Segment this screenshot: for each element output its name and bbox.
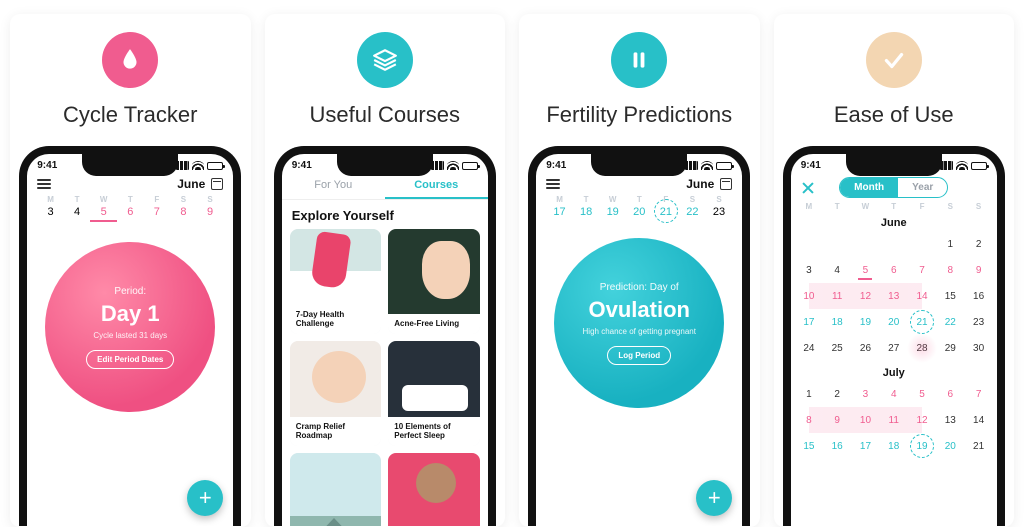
month-label: July: [791, 361, 997, 381]
feature-title: Useful Courses: [310, 102, 460, 128]
month-grid[interactable]: 123456789101112131415161718192021: [791, 381, 997, 459]
circle-label: Prediction: Day of: [600, 282, 679, 293]
course-title: Acne-Free Living: [388, 314, 480, 334]
course-title: 10 Elements of Perfect Sleep: [388, 417, 480, 446]
week-dates[interactable]: 3456789: [27, 204, 233, 228]
course-card[interactable]: Acne-Free Living: [388, 229, 480, 334]
plus-icon: +: [708, 485, 721, 511]
circle-sub: Cycle lasted 31 days: [93, 331, 167, 340]
notch: [82, 154, 178, 176]
calendar-icon[interactable]: [211, 178, 223, 190]
course-card[interactable]: Cramp Relief Roadmap: [290, 341, 382, 446]
feature-title: Fertility Predictions: [546, 102, 732, 128]
stack-icon: [357, 32, 413, 88]
check-icon: [866, 32, 922, 88]
phone-mock-fertility: 9:41 June MTWTFSS 17181920212223 Predict…: [528, 146, 750, 526]
current-month: June: [686, 177, 714, 191]
feature-title: Ease of Use: [834, 102, 954, 128]
current-month: June: [177, 177, 205, 191]
wifi-icon: [192, 161, 204, 170]
status-time: 9:41: [546, 160, 566, 171]
plus-icon: +: [199, 485, 212, 511]
tab-courses[interactable]: Courses: [385, 173, 488, 199]
fertility-summary-circle: Prediction: Day of Ovulation High chance…: [554, 238, 724, 408]
seg-year[interactable]: Year: [898, 178, 947, 197]
menu-icon[interactable]: [37, 179, 51, 189]
weekday-row: MTWTFSS: [791, 202, 997, 211]
course-card[interactable]: 10 Elements of Perfect Sleep: [388, 341, 480, 446]
circle-label: Period:: [114, 286, 146, 297]
notch: [591, 154, 687, 176]
course-card[interactable]: 7-Day Health Challenge: [290, 229, 382, 334]
status-time: 9:41: [801, 160, 821, 171]
month-grid[interactable]: 1234567891011121314151617181920212223242…: [791, 231, 997, 361]
weekday-row: MTWTFSS: [536, 195, 742, 204]
notch: [846, 154, 942, 176]
section-heading: Explore Yourself: [282, 200, 488, 229]
course-title: Cramp Relief Roadmap: [290, 417, 382, 446]
add-fab[interactable]: +: [187, 480, 223, 516]
tab-for-you[interactable]: For You: [282, 173, 385, 199]
course-card[interactable]: [290, 453, 382, 526]
circle-main: Day 1: [101, 301, 160, 327]
circle-sub: High chance of getting pregnant: [583, 327, 696, 336]
app-header: June: [27, 173, 233, 195]
month-label: June: [791, 211, 997, 231]
log-period-button[interactable]: Log Period: [607, 346, 671, 365]
calendar-body[interactable]: June123456789101112131415161718192021222…: [791, 211, 997, 459]
weekday-row: MTWTFSS: [27, 195, 233, 204]
feature-panel-tracker: Cycle Tracker 9:41 June MTWTFSS 3456789: [10, 14, 251, 527]
phone-mock-courses: 9:41 For You Courses Explore Yourself 7-…: [274, 146, 496, 526]
drop-icon: [102, 32, 158, 88]
seg-month[interactable]: Month: [840, 178, 898, 197]
feature-panel-fertility: Fertility Predictions 9:41 June MTWTFSS …: [519, 14, 760, 527]
phone-mock-calendar: 9:41 Month Year MTWTFSS June123456789101…: [783, 146, 1005, 526]
status-time: 9:41: [37, 160, 57, 171]
calendar-header: Month Year: [791, 173, 997, 202]
feature-panel-courses: Useful Courses 9:41 For You Courses Expl…: [265, 14, 506, 527]
showcase-stage: Cycle Tracker 9:41 June MTWTFSS 3456789: [0, 0, 1024, 527]
status-icons: [176, 161, 223, 170]
course-title: 7-Day Health Challenge: [290, 305, 382, 334]
edit-period-button[interactable]: Edit Period Dates: [86, 350, 174, 369]
feature-title: Cycle Tracker: [63, 102, 197, 128]
close-icon[interactable]: [801, 181, 815, 195]
calendar-icon[interactable]: [720, 178, 732, 190]
cycle-summary-circle: Period: Day 1 Cycle lasted 31 days Edit …: [45, 242, 215, 412]
app-header: June: [536, 173, 742, 195]
battery-icon: [207, 162, 223, 170]
notch: [337, 154, 433, 176]
course-grid: 7-Day Health Challenge Acne-Free Living …: [282, 229, 488, 526]
add-fab[interactable]: +: [696, 480, 732, 516]
menu-icon[interactable]: [546, 179, 560, 189]
week-dates[interactable]: 17181920212223: [536, 204, 742, 224]
course-card[interactable]: [388, 453, 480, 526]
pause-icon: [611, 32, 667, 88]
circle-main: Ovulation: [589, 297, 690, 323]
course-tabs: For You Courses: [282, 173, 488, 200]
status-time: 9:41: [292, 160, 312, 171]
feature-panel-ease: Ease of Use 9:41 Month Year MTWTFSS June…: [774, 14, 1015, 527]
phone-mock-tracker: 9:41 June MTWTFSS 3456789 Period: Day 1: [19, 146, 241, 526]
view-segmented[interactable]: Month Year: [839, 177, 948, 198]
